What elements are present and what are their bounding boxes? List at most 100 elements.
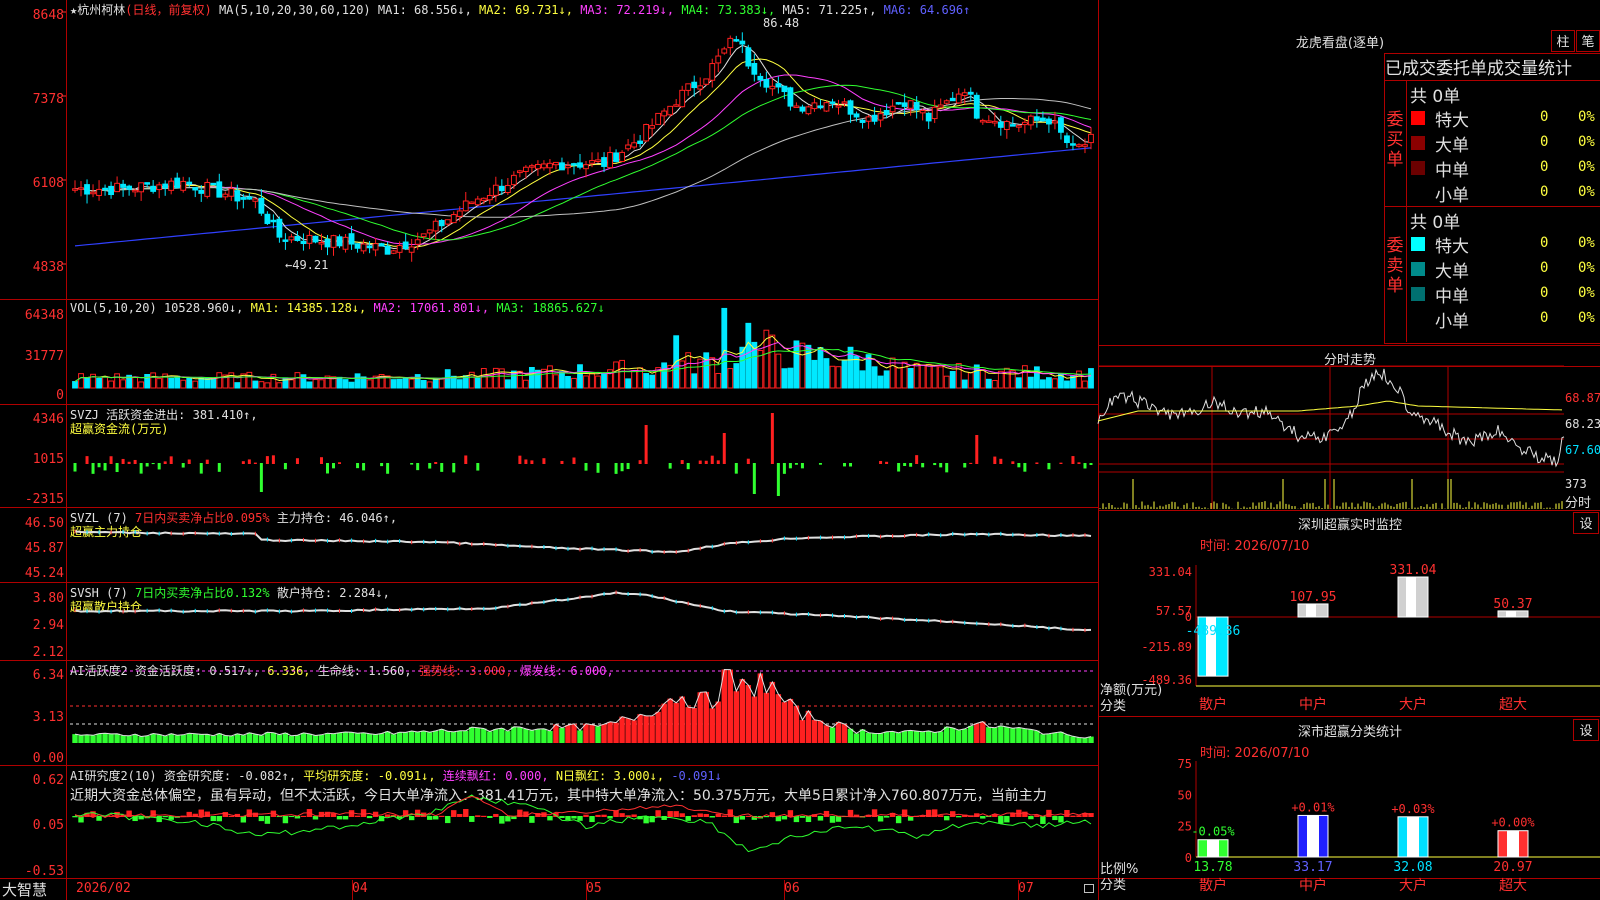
monitor-title: 深圳超赢实时监控 xyxy=(1297,518,1402,533)
activity-bar xyxy=(757,673,764,743)
candle xyxy=(937,104,944,108)
research-bar xyxy=(895,816,902,824)
activity-bar xyxy=(487,731,493,743)
activity-bar xyxy=(1010,728,1016,743)
x-label: 07 xyxy=(1018,881,1034,896)
volume-bar xyxy=(1046,377,1052,389)
activity-bar xyxy=(739,679,746,743)
activity-bar xyxy=(613,722,619,743)
flow-bar xyxy=(1077,462,1081,464)
svzj-chart[interactable] xyxy=(0,405,1098,507)
activity-bar xyxy=(282,732,289,743)
classify-category: 中户 xyxy=(1299,877,1327,894)
monitor-chart[interactable]: 331.0457.570-215.89-489.36-489.36散户107.9… xyxy=(1098,550,1600,716)
tick-mode-button[interactable]: 笔 xyxy=(1576,30,1600,52)
candle xyxy=(631,142,638,148)
volume-bar xyxy=(829,365,836,389)
classify-category: 散户 xyxy=(1199,877,1227,894)
research-bar xyxy=(835,816,842,822)
intraday-chart[interactable] xyxy=(1097,365,1565,509)
flow-bar xyxy=(752,463,756,494)
candle xyxy=(1027,115,1034,126)
candle xyxy=(781,85,788,93)
activity-bar xyxy=(348,732,355,743)
candle xyxy=(589,160,595,164)
activity-bar xyxy=(360,732,367,743)
activity-bar xyxy=(439,729,445,743)
candle xyxy=(973,94,980,119)
ai-activity-chart[interactable] xyxy=(0,661,1098,765)
activity-bar xyxy=(216,733,222,743)
research-bar xyxy=(721,815,727,817)
svzl-chart[interactable] xyxy=(0,508,1098,582)
volume-bar xyxy=(336,376,343,389)
volume-bar xyxy=(420,379,427,389)
research-bar xyxy=(805,816,812,823)
candle xyxy=(991,120,998,124)
candle xyxy=(348,233,355,245)
candle xyxy=(294,235,301,241)
candlestick-chart[interactable] xyxy=(0,0,1098,299)
flow-bar xyxy=(710,455,714,464)
classify-chart[interactable]: 75 50 25 0 -0.05% 13.78 散户 +0.01% 33.17 中户 +0.03% 3… xyxy=(1098,756,1600,900)
lock-icon[interactable] xyxy=(1084,884,1094,893)
svsh-chart[interactable] xyxy=(0,583,1098,660)
flow-bar xyxy=(909,463,913,467)
volume-bar xyxy=(120,379,127,389)
monitor-category: 中户 xyxy=(1299,696,1327,713)
activity-bar xyxy=(294,735,301,743)
candle xyxy=(336,236,343,247)
candle xyxy=(486,195,493,201)
ma-line-1 xyxy=(74,44,1092,250)
candle xyxy=(72,188,78,191)
candle xyxy=(955,93,962,104)
monitor-category: 散户 xyxy=(1199,696,1227,713)
candle xyxy=(547,162,553,169)
volume-bar xyxy=(348,381,355,389)
candle xyxy=(1082,144,1088,147)
candle xyxy=(595,159,601,162)
research-bar xyxy=(312,816,319,820)
x-label: 04 xyxy=(352,881,368,896)
candle xyxy=(510,174,517,186)
flow-bar xyxy=(157,463,161,470)
research-bar xyxy=(715,813,721,817)
activity-bar xyxy=(433,730,439,743)
activity-bar xyxy=(162,735,168,743)
candle xyxy=(1088,133,1094,144)
low-label: ←49.21 xyxy=(285,258,329,272)
monitor-settings-button[interactable]: 设 xyxy=(1573,512,1599,534)
volume-bar xyxy=(1082,380,1088,389)
activity-bar xyxy=(1016,727,1022,743)
activity-bar xyxy=(763,692,770,743)
legend-swatch xyxy=(1411,237,1425,251)
activity-bar xyxy=(841,724,848,743)
flow-bar xyxy=(668,463,672,469)
ai-research-chart[interactable] xyxy=(0,766,1098,878)
flow-bar xyxy=(139,463,143,474)
candle xyxy=(234,190,241,202)
activity-bar xyxy=(204,734,210,743)
volume-bar xyxy=(132,376,139,389)
volume-bar xyxy=(300,374,307,389)
volume-bar xyxy=(583,375,589,389)
bar-mode-button[interactable]: 柱 xyxy=(1551,30,1575,52)
volume-bar xyxy=(931,365,938,389)
flow-bar xyxy=(241,461,245,464)
volume-chart[interactable] xyxy=(0,300,1098,404)
activity-bar xyxy=(234,733,241,743)
activity-bar xyxy=(1058,731,1064,743)
research-bar xyxy=(709,816,715,818)
research-bar xyxy=(156,816,162,823)
volume-bar xyxy=(787,367,794,389)
volume-bar xyxy=(907,367,914,389)
classify-settings-button[interactable]: 设 xyxy=(1573,719,1599,741)
volume-bar xyxy=(1021,365,1028,389)
candle xyxy=(324,238,331,248)
activity-bar xyxy=(126,735,132,743)
volume-bar xyxy=(937,366,944,389)
candle xyxy=(967,91,974,95)
volume-bar xyxy=(156,378,163,389)
research-bar xyxy=(288,816,295,818)
activity-bar xyxy=(469,727,475,743)
